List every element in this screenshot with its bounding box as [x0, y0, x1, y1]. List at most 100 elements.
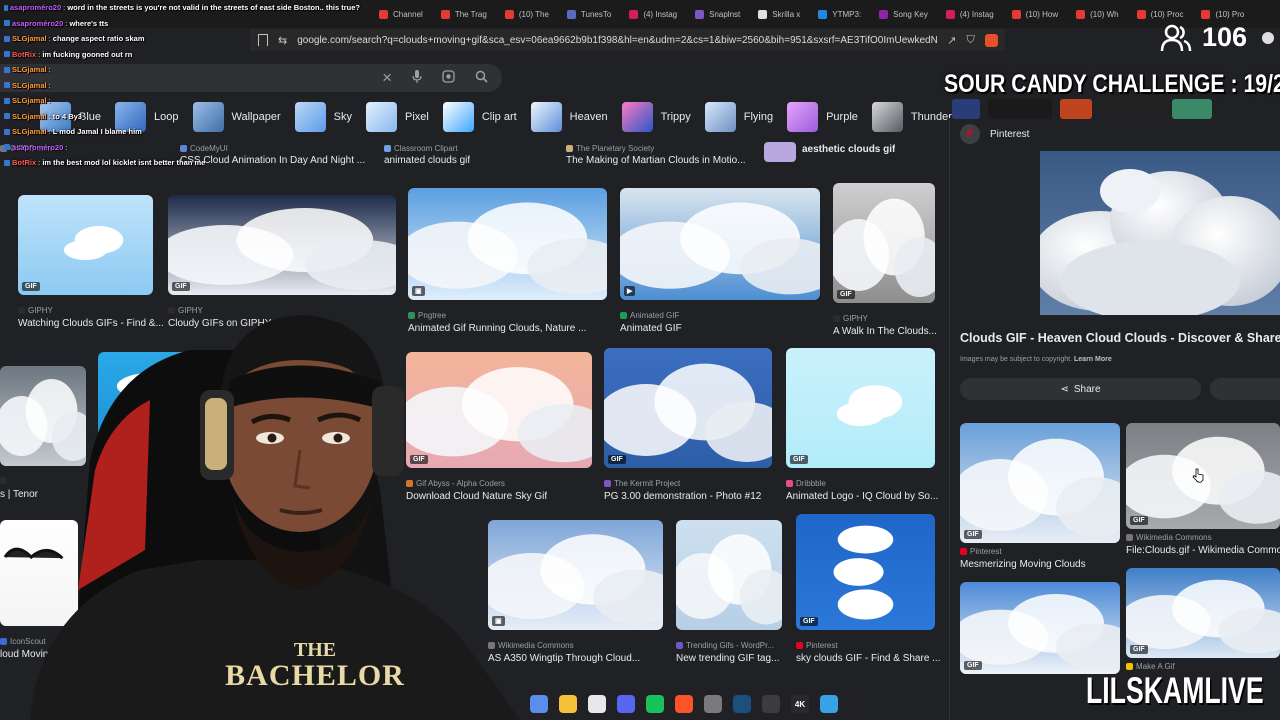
- preview-title[interactable]: Clouds GIF - Heaven Cloud Clouds - Disco…: [960, 331, 1280, 345]
- browser-tab[interactable]: (10) The: [496, 0, 558, 28]
- filter-chip[interactable]: Trippy: [621, 102, 697, 132]
- learn-more-link[interactable]: Learn More: [1074, 356, 1112, 363]
- result-image[interactable]: GIF: [604, 348, 772, 468]
- profile-avatar[interactable]: [1262, 32, 1274, 44]
- taskbar-brave-icon[interactable]: [675, 695, 693, 713]
- browser-tab[interactable]: The Trag: [432, 0, 496, 28]
- result-image[interactable]: GIF: [960, 582, 1120, 674]
- panel-source[interactable]: P Pinterest: [960, 124, 1029, 144]
- address-bar[interactable]: ⇆ google.com/search?q=clouds+moving+gif&…: [250, 29, 1005, 51]
- result-title[interactable]: File:Clouds.gif - Wikimedia Commo...: [1126, 545, 1280, 556]
- result-image[interactable]: ▶: [620, 188, 820, 300]
- browser-tab[interactable]: TunesTo: [558, 0, 620, 28]
- result-image[interactable]: GIF: [18, 195, 153, 295]
- result-source[interactable]: Animated GIF: [620, 311, 679, 320]
- microphone-icon[interactable]: [412, 70, 422, 86]
- chat-text: im fucking gooned out rn: [42, 49, 133, 59]
- result-title[interactable]: aesthetic clouds gif: [802, 144, 895, 155]
- result-title[interactable]: sky clouds GIF - Find & Share ...: [796, 653, 941, 664]
- taskbar-settings-icon[interactable]: [704, 695, 722, 713]
- browser-tab[interactable]: (10) Wh: [1067, 0, 1127, 28]
- result-title[interactable]: Animated GIF: [620, 323, 682, 334]
- result-source[interactable]: GIPHY: [833, 314, 868, 323]
- browser-tab[interactable]: Snaplnst: [686, 0, 749, 28]
- filter-chip[interactable]: Flying: [704, 102, 779, 132]
- clear-search-icon[interactable]: ×: [382, 68, 392, 88]
- result-image[interactable]: GIF: [833, 183, 935, 303]
- viewer-count-value: 106: [1202, 22, 1248, 52]
- result-image[interactable]: [764, 142, 796, 162]
- taskbar-discord-icon[interactable]: [617, 695, 635, 713]
- taskbar-steam-icon[interactable]: [733, 695, 751, 713]
- result-title[interactable]: animated clouds gif: [384, 155, 470, 166]
- share-page-icon[interactable]: ↗: [947, 34, 956, 47]
- tab-favicon-icon: [695, 9, 705, 19]
- search-icon[interactable]: [475, 70, 488, 86]
- filter-chip[interactable]: Pixel: [365, 102, 435, 132]
- result-image[interactable]: GIF: [960, 423, 1120, 543]
- chip-thumbnail: [871, 102, 903, 132]
- browser-tab[interactable]: Song Key: [870, 0, 937, 28]
- filter-chip[interactable]: Heaven: [530, 102, 614, 132]
- result-title[interactable]: PG 3.00 demonstration - Photo #12: [604, 491, 761, 502]
- url-text[interactable]: google.com/search?q=clouds+moving+gif&sc…: [297, 35, 937, 46]
- brave-rewards-icon[interactable]: [984, 33, 998, 47]
- result-title[interactable]: The Making of Martian Clouds in Motio...: [566, 155, 746, 166]
- result-title[interactable]: New trending GIF tag...: [676, 653, 779, 664]
- chat-message: asaproméro20:: [0, 140, 360, 156]
- result-image[interactable]: ▣: [408, 188, 607, 300]
- chat-overlay: asaproméro20: word in the streets is you…: [0, 0, 360, 171]
- result-title[interactable]: A Walk In The Clouds...: [833, 326, 937, 337]
- taskbar-notepad-icon[interactable]: [820, 695, 838, 713]
- result-source-label: The Planetary Society: [576, 144, 655, 153]
- panel-strip: [950, 99, 1280, 119]
- preview-image[interactable]: [1040, 151, 1280, 315]
- strip-thumb[interactable]: [988, 99, 1052, 119]
- chat-message: SLGjamal: change aspect ratio skam: [0, 31, 360, 47]
- taskbar-4k-icon[interactable]: 4K: [791, 695, 809, 713]
- lens-icon[interactable]: [442, 70, 455, 86]
- filter-chip[interactable]: Purple: [787, 102, 864, 132]
- copyright-text: Images may be subject to copyright.: [960, 356, 1073, 363]
- result-image[interactable]: [676, 520, 782, 630]
- result-image[interactable]: GIF: [796, 514, 935, 630]
- taskbar-app-icon[interactable]: [762, 695, 780, 713]
- save-button[interactable]: [1210, 378, 1280, 400]
- result-source[interactable]: The Planetary Society: [566, 144, 654, 153]
- chip-thumbnail: [365, 102, 397, 132]
- result-source[interactable]: Wikimedia Commons: [1126, 533, 1212, 542]
- result-image[interactable]: GIF: [1126, 568, 1280, 658]
- tab-favicon-icon: [1201, 9, 1211, 19]
- taskbar-store-icon[interactable]: [588, 695, 606, 713]
- result-source[interactable]: Trending Gifs - WordPr...: [676, 641, 774, 650]
- result-source[interactable]: Pinterest: [960, 547, 1002, 556]
- share-button[interactable]: ⋖ Share: [960, 378, 1201, 400]
- result-source[interactable]: The Kermit Project: [604, 479, 680, 488]
- result-title[interactable]: Mesmerizing Moving Clouds: [960, 559, 1086, 570]
- taskbar-obs-icon[interactable]: [849, 695, 867, 713]
- filter-chip[interactable]: Clip art: [442, 102, 523, 132]
- browser-tab[interactable]: (10) How: [1003, 0, 1067, 28]
- strip-thumb[interactable]: [1100, 99, 1164, 119]
- browser-tab[interactable]: YTMP3:: [809, 0, 870, 28]
- browser-tab[interactable]: Channel: [370, 0, 432, 28]
- result-image[interactable]: GIF: [786, 348, 935, 468]
- result-source[interactable]: Pinterest: [796, 641, 838, 650]
- chat-text: where's tts: [69, 18, 109, 28]
- taskbar-folder-icon[interactable]: [559, 695, 577, 713]
- strip-thumb[interactable]: [1060, 99, 1092, 119]
- result-source[interactable]: Classroom Clipart: [384, 144, 458, 153]
- browser-tab[interactable]: (4) Instag: [937, 0, 1003, 28]
- chat-username: SLGjamal: [12, 80, 47, 90]
- result-title[interactable]: Animated Logo - IQ Cloud by So...: [786, 491, 938, 502]
- result-image[interactable]: GIF: [168, 195, 396, 295]
- strip-thumb[interactable]: [952, 99, 980, 119]
- chip-label: Flying: [743, 111, 774, 123]
- result-source[interactable]: Dribbble: [786, 479, 826, 488]
- browser-tab[interactable]: (4) Instag: [620, 0, 686, 28]
- browser-tab[interactable]: Skrilla x: [749, 0, 809, 28]
- brave-shield-icon[interactable]: ⛉: [966, 34, 974, 47]
- strip-thumb[interactable]: [1172, 99, 1212, 119]
- screen: Channel The Trag (10) The TunesTo (4) Instag…: [0, 0, 1280, 720]
- taskbar-robinhood-icon[interactable]: [646, 695, 664, 713]
